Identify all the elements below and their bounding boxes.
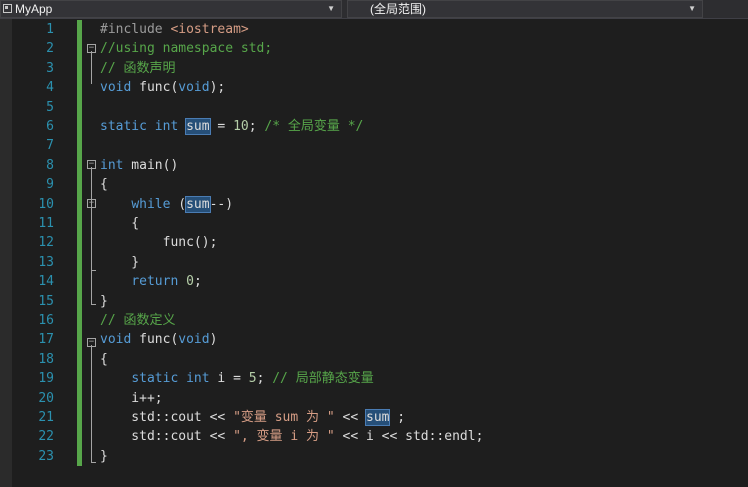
change-marker xyxy=(77,233,82,253)
line-number: 20 xyxy=(38,390,54,406)
line-number: 13 xyxy=(38,254,54,270)
code-line[interactable]: 18 { xyxy=(0,349,748,370)
change-marker xyxy=(77,330,82,350)
line-number: 21 xyxy=(38,410,54,425)
code-line[interactable]: 6 static int sum = 10; /* 全局变量 */ xyxy=(0,117,748,137)
line-number: 16 xyxy=(38,313,54,328)
project-icon xyxy=(3,4,12,13)
code-line[interactable]: 19 static int i = 5; // 局部静态变量 xyxy=(0,369,748,389)
line-number: 8 xyxy=(46,157,54,173)
line-number: 7 xyxy=(46,138,54,154)
code-line[interactable]: 5 xyxy=(0,97,748,117)
code-text: { xyxy=(100,216,140,231)
chevron-down-icon: ▼ xyxy=(688,4,696,13)
code-line[interactable]: 9 { xyxy=(0,175,748,195)
code-line[interactable]: 20 i++; xyxy=(0,388,748,408)
line-number: 18 xyxy=(38,351,54,367)
change-marker xyxy=(77,369,82,389)
change-marker xyxy=(77,97,82,117)
code-text: // 函数定义 xyxy=(100,313,176,328)
line-number: 6 xyxy=(46,119,54,134)
change-marker xyxy=(77,58,82,79)
code-line[interactable]: 4 void func(void); xyxy=(0,78,748,98)
change-marker xyxy=(77,311,82,331)
change-marker xyxy=(77,78,82,98)
code-text: void func(void); xyxy=(100,80,226,96)
line-number: 12 xyxy=(38,235,54,251)
code-text: while (sum--) xyxy=(131,195,234,213)
code-text: i++; xyxy=(100,390,163,406)
line-number: 10 xyxy=(38,196,54,212)
code-text: // 函数声明 xyxy=(100,60,176,76)
change-marker xyxy=(77,155,82,176)
change-marker xyxy=(77,20,82,40)
change-marker xyxy=(77,272,82,292)
change-marker xyxy=(77,446,82,467)
code-text: void func(void) xyxy=(100,332,218,348)
code-line[interactable]: 13 } xyxy=(0,252,748,273)
change-marker xyxy=(77,252,82,273)
scope-dropdown-label: (全局范围) xyxy=(370,2,426,16)
code-line[interactable]: 12 func(); xyxy=(0,233,748,253)
change-marker xyxy=(77,349,82,370)
code-line[interactable]: 8 int main() xyxy=(0,155,748,176)
scope-dropdown[interactable]: (全局范围) ▼ xyxy=(347,0,703,18)
code-line[interactable]: 3 // 函数声明 xyxy=(0,58,748,79)
code-text: } xyxy=(100,254,140,270)
line-number: 1 xyxy=(46,22,54,37)
change-marker xyxy=(77,408,82,428)
code-text: std::cout << ", 变量 i 为 " << i << std::en… xyxy=(100,429,484,445)
line-number: 22 xyxy=(38,429,54,445)
change-marker xyxy=(77,427,82,447)
code-line[interactable]: 22 std::cout << ", 变量 i 为 " << i << std:… xyxy=(0,427,748,447)
change-marker xyxy=(77,117,82,137)
code-line[interactable]: 16 // 函数定义 xyxy=(0,311,748,331)
code-line[interactable]: 14 return 0; xyxy=(0,272,748,292)
code-text: { xyxy=(100,177,108,193)
line-number: 15 xyxy=(38,293,54,309)
code-text: { xyxy=(100,351,108,367)
code-line[interactable]: 7 xyxy=(0,136,748,156)
change-marker xyxy=(77,175,82,195)
code-line[interactable]: 23 } xyxy=(0,446,748,467)
code-line[interactable]: 21 std::cout << "变量 sum 为 " << sum ; xyxy=(0,408,748,428)
code-line[interactable]: 1 #include <iostream> xyxy=(0,20,748,40)
line-number: 23 xyxy=(38,448,54,464)
project-dropdown[interactable]: MyApp ▼ xyxy=(0,0,342,18)
code-text: std::cout << "变量 sum 为 " << sum ; xyxy=(100,409,406,426)
line-number: 9 xyxy=(46,177,54,193)
change-marker xyxy=(77,39,82,59)
line-number: 19 xyxy=(38,371,54,387)
line-number: 2 xyxy=(46,41,54,57)
change-marker xyxy=(77,214,82,234)
line-number: 14 xyxy=(38,274,54,290)
code-text: static int sum = 10; /* 全局变量 */ xyxy=(100,118,364,135)
change-marker xyxy=(77,194,82,214)
code-text: } xyxy=(100,448,108,464)
line-number: 5 xyxy=(46,99,54,115)
line-number: 4 xyxy=(46,80,54,96)
code-line[interactable]: 2 //using namespace std; xyxy=(0,39,748,59)
code-text: //using namespace std; xyxy=(100,41,273,57)
change-marker xyxy=(77,388,82,408)
code-editor[interactable]: − − − − 1 #include <iostream> 2 //using … xyxy=(0,19,748,487)
line-number: 17 xyxy=(38,332,54,348)
code-text: static int i = 5; // 局部静态变量 xyxy=(131,371,374,387)
code-text: return 0; xyxy=(131,274,202,290)
code-line[interactable]: 17 void func(void) xyxy=(0,330,748,350)
code-text: #include <iostream> xyxy=(100,22,249,37)
line-number: 3 xyxy=(46,60,54,76)
change-marker xyxy=(77,291,82,311)
change-marker xyxy=(77,136,82,156)
navigation-bar: MyApp ▼ (全局范围) ▼ xyxy=(0,0,748,19)
project-dropdown-label: MyApp xyxy=(15,2,53,16)
code-line[interactable]: 15 } xyxy=(0,291,748,311)
code-text: int main() xyxy=(100,157,179,173)
code-line[interactable]: 10 while (sum--) xyxy=(0,194,748,214)
code-line[interactable]: 11 { xyxy=(0,214,748,234)
line-number: 11 xyxy=(38,216,54,231)
code-text: func(); xyxy=(100,235,218,251)
code-text: } xyxy=(100,293,108,309)
chevron-down-icon: ▼ xyxy=(327,4,335,13)
